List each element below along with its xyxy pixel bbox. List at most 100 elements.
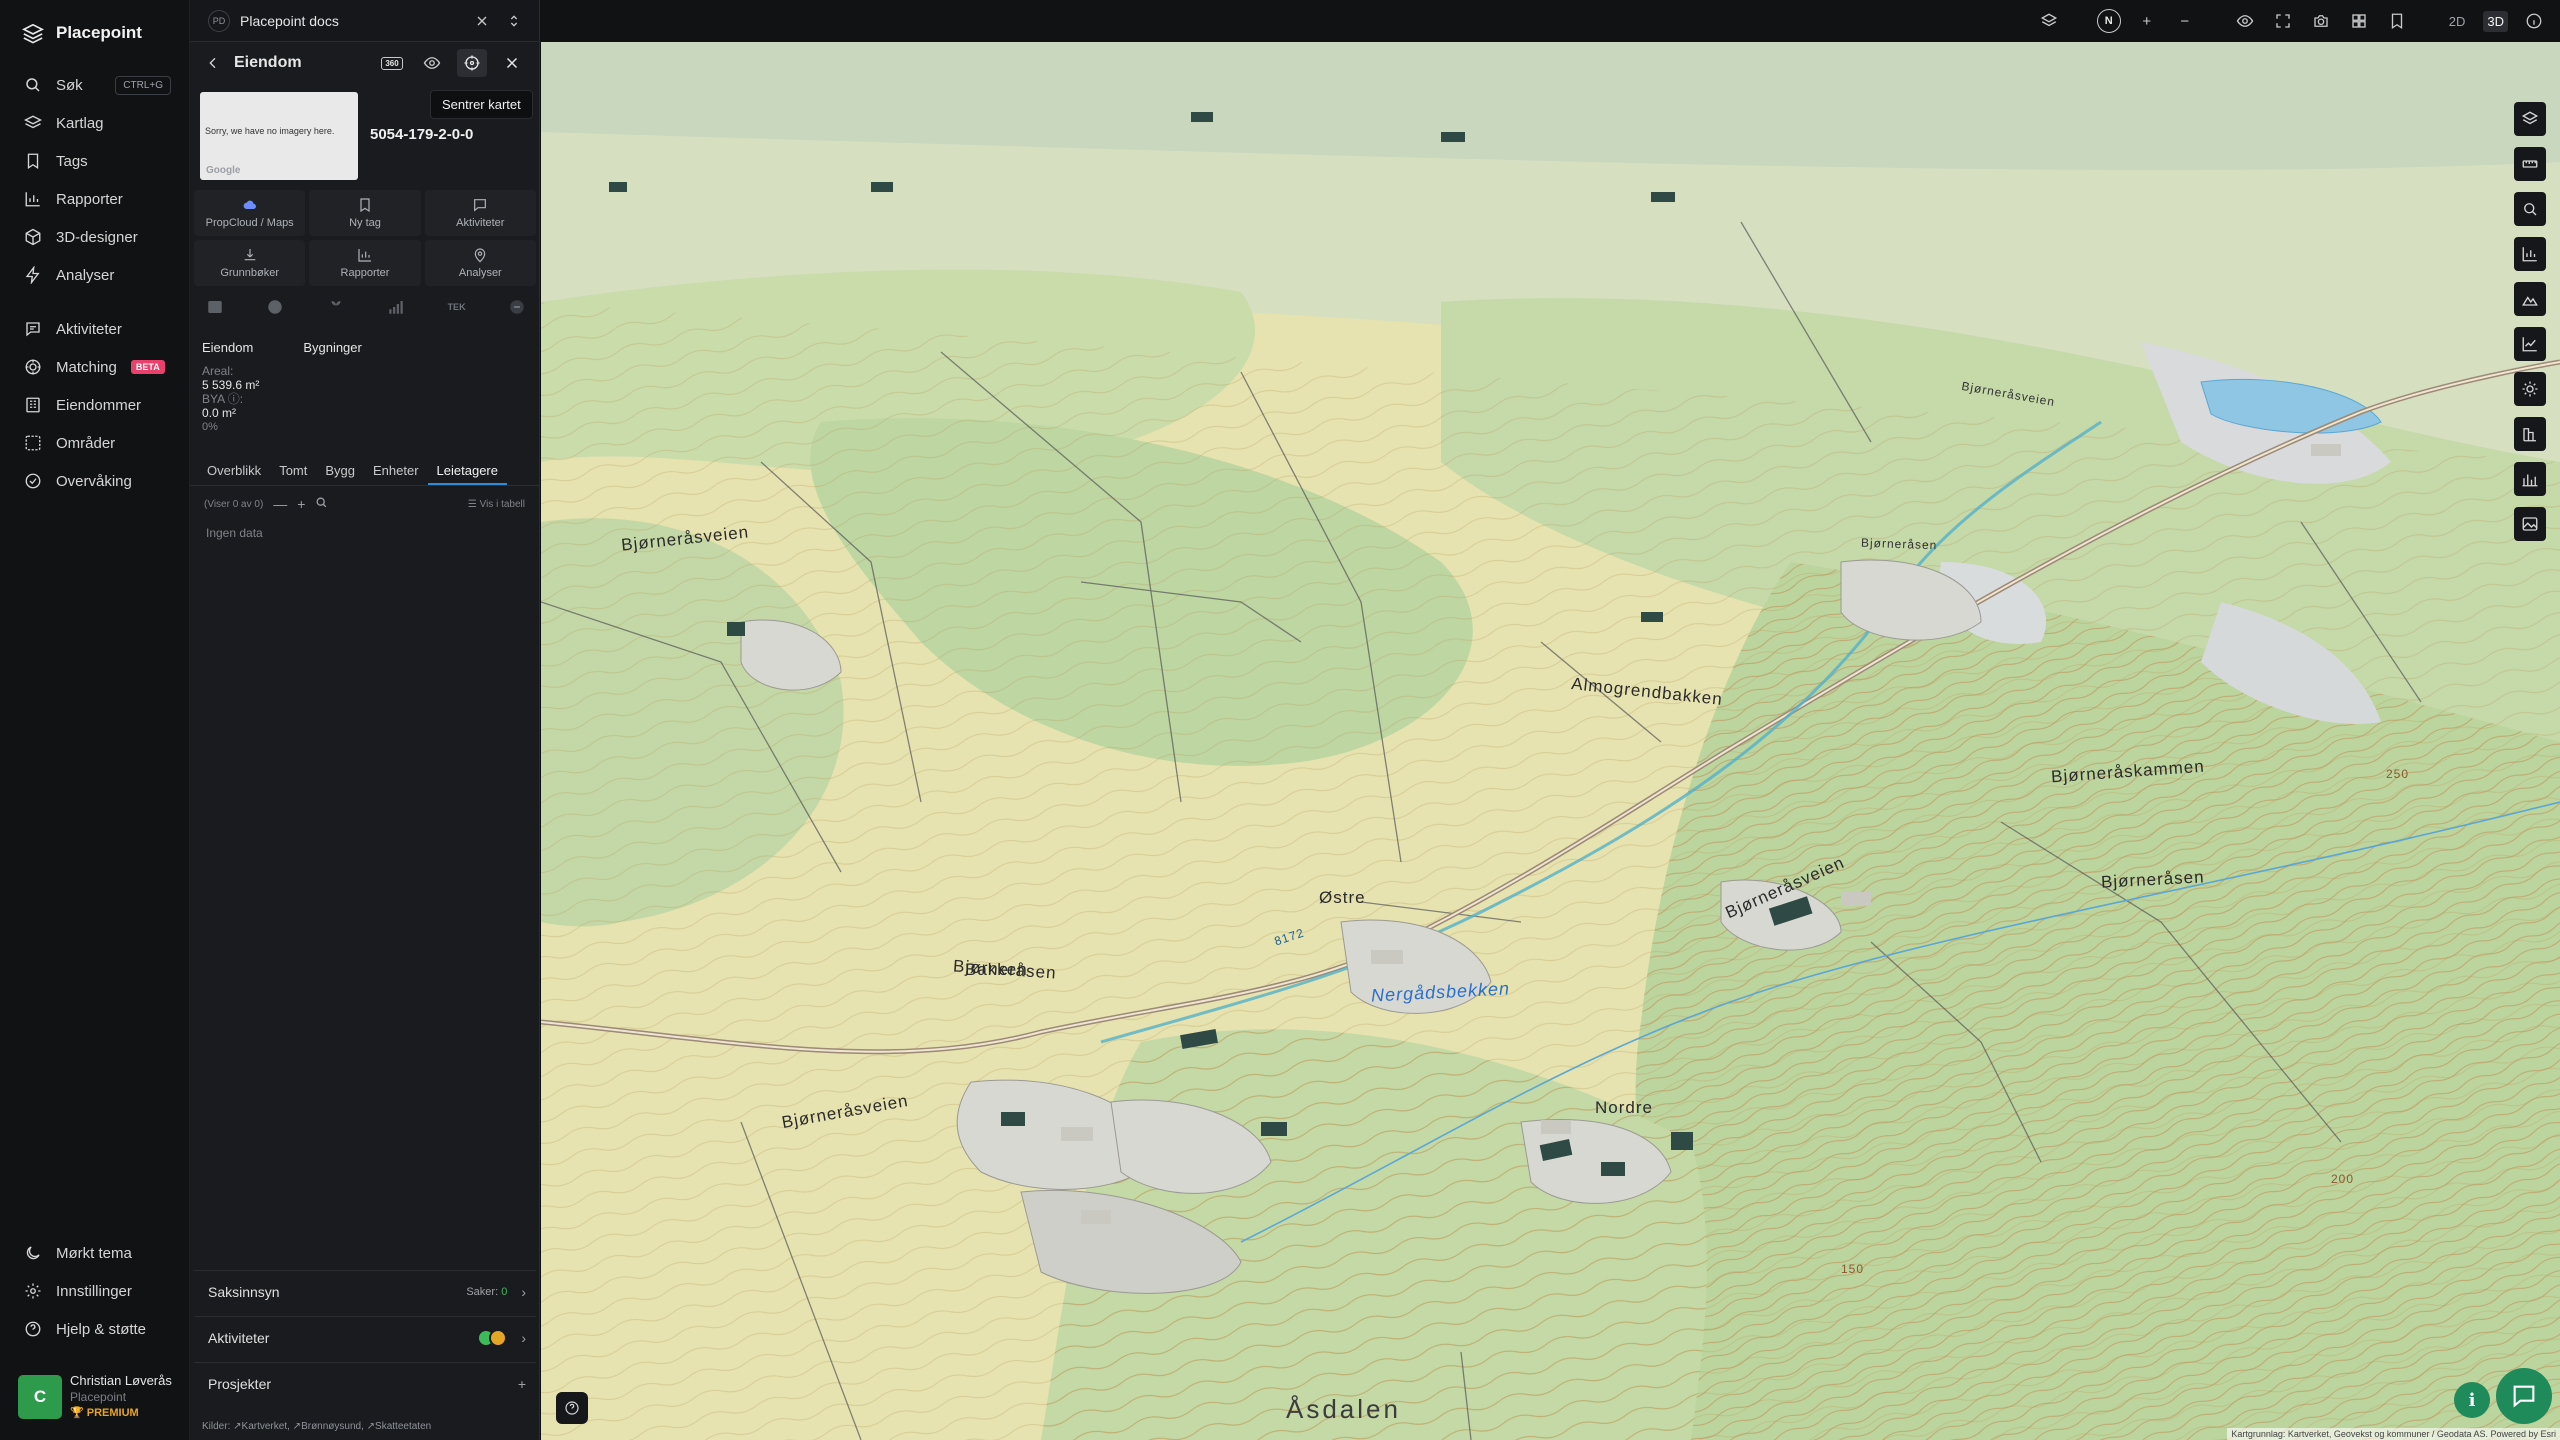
map-help-button[interactable] (556, 1392, 588, 1424)
view-360-button[interactable]: 360 (377, 49, 407, 77)
tab-enheter[interactable]: Enheter (364, 458, 428, 485)
collapse-icon[interactable]: — (273, 496, 287, 512)
quick-action-aktiviteter[interactable]: Aktiviteter (424, 190, 536, 236)
quick-action-propcloud[interactable]: PropCloud / Maps (194, 190, 306, 236)
tab-overblikk[interactable]: Overblikk (198, 458, 270, 485)
user-profile[interactable]: C Christian Løverås Placepoint 🏆 PREMIUM (18, 1372, 183, 1422)
nav-item-analyser[interactable]: Analyser (0, 256, 189, 294)
map-canvas[interactable]: Bjørneråsveien Bjørneråsen Bjørneråsveie… (541, 42, 2560, 1440)
stack-icon (2040, 13, 2057, 27)
area-select-icon (25, 435, 41, 451)
nav-item-search[interactable]: Søk CTRL+G (0, 66, 189, 104)
source-table-button[interactable] (202, 296, 228, 318)
tab-leietagere[interactable]: Leietagere (427, 458, 507, 485)
map-tool-image[interactable] (2514, 507, 2546, 541)
areal-number: 5 539.6 (202, 378, 243, 392)
nav-item-label: Mørkt tema (56, 1244, 132, 1262)
section-prosjekter[interactable]: Prosjekter + (194, 1362, 536, 1404)
quick-action-analyser[interactable]: Analyser (424, 240, 536, 286)
street-view-thumbnail[interactable]: Sorry, we have no imagery here. Google (200, 92, 358, 180)
visibility-button[interactable] (417, 49, 447, 77)
nav-item-tags[interactable]: Tags (0, 142, 189, 180)
map-tool-chart[interactable] (2514, 237, 2546, 271)
nav-item-overvaking[interactable]: Overvåking (0, 462, 189, 500)
compass-button[interactable]: N (2096, 9, 2121, 33)
fullscreen-button[interactable] (2271, 9, 2295, 33)
nav-item-matching[interactable]: Matching BETA (0, 348, 189, 386)
user-tier: 🏆 PREMIUM (70, 1407, 139, 1419)
mode-2d-button[interactable]: 2D (2445, 11, 2470, 32)
image-icon (2522, 517, 2538, 531)
main-navigation: Placepoint Søk CTRL+G Kartlag Tags Rappo… (0, 0, 190, 1440)
quick-action-ny-tag[interactable]: Ny tag (309, 190, 421, 236)
chat-bubble-icon (2513, 1385, 2535, 1408)
map-tool-layers[interactable] (2514, 102, 2546, 136)
zoom-in-button[interactable]: + (2135, 9, 2159, 33)
nav-item-settings[interactable]: Innstillinger (0, 1272, 189, 1310)
nav-item-label: Overvåking (56, 472, 132, 490)
bookmark-view-button[interactable] (2385, 9, 2409, 33)
chat-button[interactable] (2496, 1368, 2552, 1424)
quick-action-grunnboker[interactable]: Grunnbøker (194, 240, 306, 286)
map-tool-stats[interactable] (2514, 462, 2546, 496)
map-tool-elevation[interactable] (2514, 282, 2546, 316)
cloud-icon (243, 200, 256, 209)
share-view-button[interactable] (2037, 9, 2061, 33)
nav-item-3d-designer[interactable]: 3D-designer (0, 218, 189, 256)
signal-bars-icon (389, 301, 403, 314)
map-tool-height[interactable] (2514, 417, 2546, 451)
map-tool-profile[interactable] (2514, 327, 2546, 361)
source-more-button[interactable] (504, 296, 530, 318)
quick-action-label: Aktiviteter (456, 217, 505, 229)
plus-icon[interactable]: + (518, 1376, 526, 1392)
section-saksinnsyn[interactable]: Saksinnsyn Saker: 0 › (194, 1270, 536, 1312)
table-icon (208, 301, 222, 313)
map-tool-measure[interactable] (2514, 147, 2546, 181)
source-link[interactable]: ↗Brønnøysund, (293, 1421, 364, 1432)
zoom-out-button[interactable]: − (2173, 9, 2197, 33)
doc-title[interactable]: Placepoint docs (240, 13, 339, 29)
quick-action-rapporter[interactable]: Rapporter (309, 240, 421, 286)
tab-bygg[interactable]: Bygg (316, 458, 364, 485)
nav-item-dark-theme[interactable]: Mørkt tema (0, 1234, 189, 1272)
map-tool-search-area[interactable] (2514, 192, 2546, 226)
nav-bottom-group: Mørkt tema Innstillinger Hjelp & støtte (0, 1234, 189, 1348)
sun-icon (2522, 381, 2538, 397)
sub-tab-bygninger[interactable]: Bygninger (303, 340, 362, 355)
nav-item-kartlag[interactable]: Kartlag (0, 104, 189, 142)
map-info-button[interactable] (2522, 9, 2546, 33)
source-link[interactable]: ↗Skatteetaten (367, 1421, 432, 1432)
stats-icon (2522, 474, 2538, 487)
screenshot-button[interactable] (2309, 9, 2333, 33)
close-panel-button[interactable] (497, 49, 527, 77)
bar-chart-icon (2522, 247, 2537, 262)
source-tek-button[interactable]: TEK (444, 296, 470, 318)
sub-tab-eiendom[interactable]: Eiendom (202, 340, 253, 355)
grid-button[interactable] (2347, 9, 2371, 33)
center-map-button[interactable] (457, 49, 487, 77)
section-aktiviteter[interactable]: Aktiviteter › (194, 1316, 536, 1358)
nav-item-aktiviteter[interactable]: Aktiviteter (0, 310, 189, 348)
source-link[interactable]: ↗Kartverket, (233, 1421, 290, 1432)
search-button[interactable] (315, 496, 328, 512)
nav-item-eiendommer[interactable]: Eiendommer (0, 386, 189, 424)
back-button[interactable] (202, 52, 224, 74)
map-tool-sun[interactable] (2514, 372, 2546, 406)
nav-item-help[interactable]: Hjelp & støtte (0, 1310, 189, 1348)
building-height-icon (2523, 428, 2536, 442)
visibility-toggle[interactable] (2233, 9, 2257, 33)
source-globe-button[interactable] (262, 296, 288, 318)
close-doc-button[interactable] (471, 10, 493, 32)
mode-3d-button[interactable]: 3D (2483, 10, 2508, 32)
app-logo[interactable]: Placepoint (0, 0, 189, 66)
add-icon[interactable]: + (297, 496, 305, 512)
info-button[interactable]: i (2454, 1382, 2490, 1418)
source-plant-button[interactable] (323, 296, 349, 318)
nav-item-omrader[interactable]: Områder (0, 424, 189, 462)
tab-tomt[interactable]: Tomt (270, 458, 316, 485)
expand-doc-button[interactable] (503, 10, 525, 32)
nav-item-rapporter[interactable]: Rapporter (0, 180, 189, 218)
chevron-left-icon (209, 57, 216, 69)
table-view-button[interactable]: ☰ Vis i tabell (468, 499, 525, 510)
source-stats-button[interactable] (383, 296, 409, 318)
